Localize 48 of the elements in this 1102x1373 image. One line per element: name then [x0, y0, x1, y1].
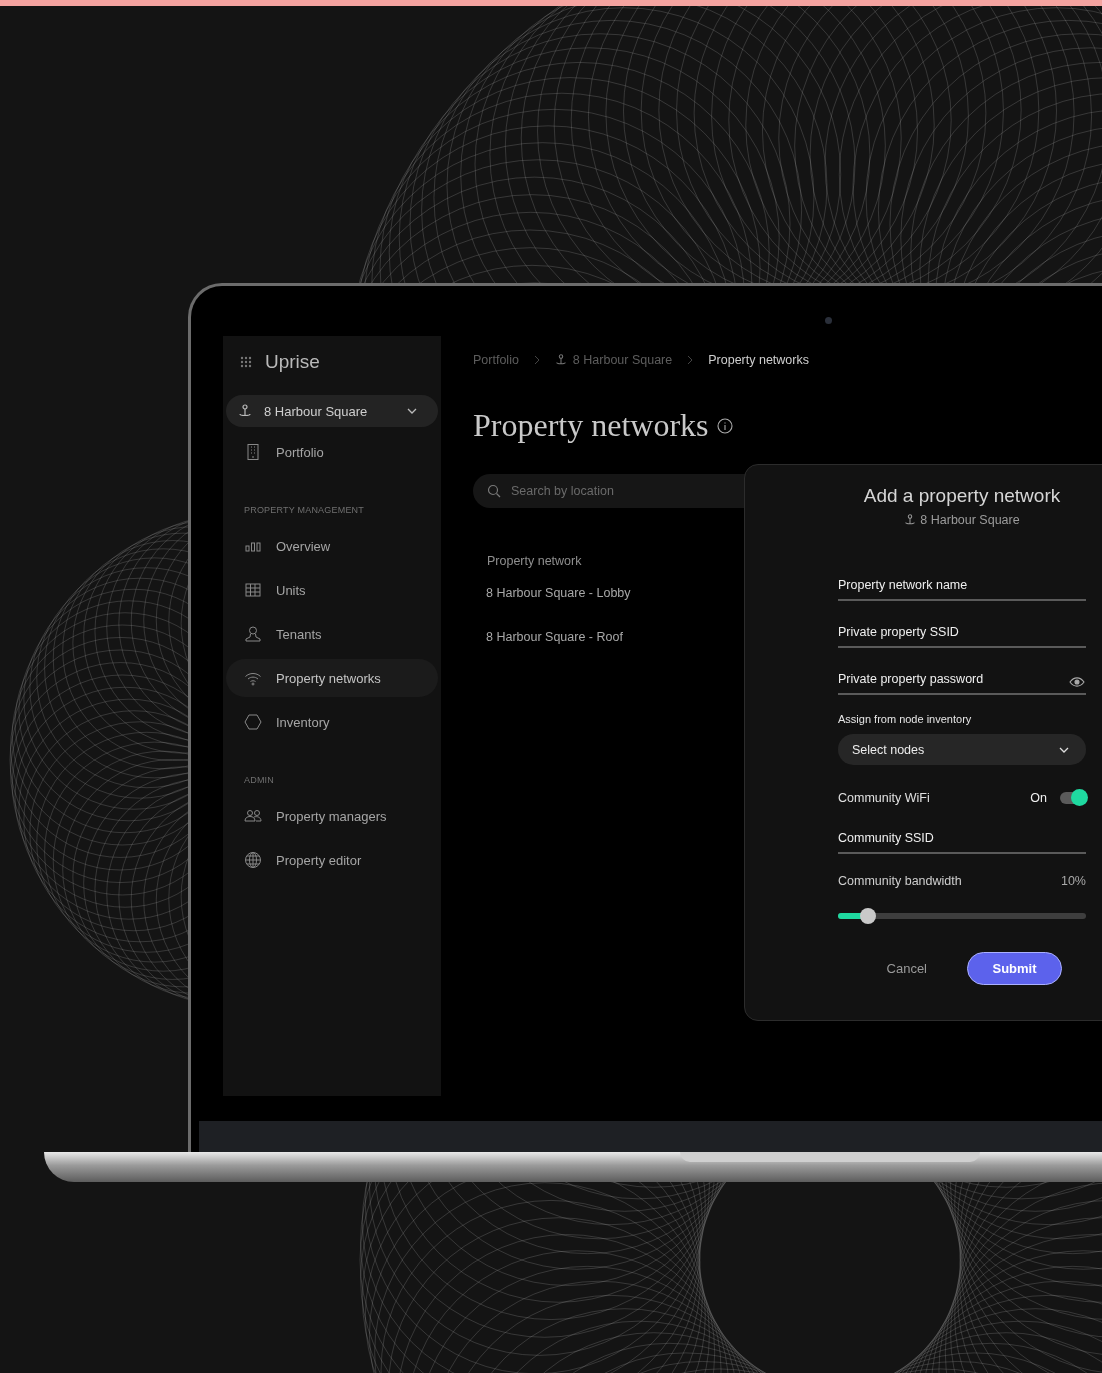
text-field[interactable]: Private property password	[838, 665, 1086, 695]
property-selector[interactable]: 8 Harbour Square	[226, 395, 438, 427]
section-heading: PROPERTY MANAGEMENT	[243, 505, 365, 515]
search-icon	[487, 484, 501, 498]
nav-item[interactable]: Property networks	[226, 659, 438, 697]
nav-item[interactable]: Units	[226, 571, 438, 609]
nodes-dropdown[interactable]: Select nodes	[838, 734, 1086, 765]
info-icon[interactable]	[716, 417, 733, 434]
person-icon	[244, 625, 262, 643]
page-title: Property networks	[473, 407, 709, 444]
slider-label: Community bandwidth	[838, 874, 962, 888]
eye-icon[interactable]	[1069, 677, 1085, 687]
chevron-down-icon	[406, 407, 418, 415]
nav-item[interactable]: Inventory	[226, 703, 438, 741]
chevron-right-icon	[686, 355, 695, 365]
breadcrumb-link[interactable]: Property networks	[708, 353, 809, 367]
column-header: Property network	[487, 554, 583, 568]
slider-thumb[interactable]	[859, 908, 876, 924]
text-field[interactable]: Private property SSID	[838, 618, 1086, 648]
chevron-right-icon	[532, 355, 541, 365]
nav-item[interactable]: Tenants	[226, 615, 438, 653]
globe-icon	[244, 851, 262, 869]
dialog-subtitle: 8 Harbour Square	[838, 513, 1086, 527]
text-field[interactable]: Community SSID	[838, 824, 1086, 854]
cancel-button[interactable]: Cancel	[880, 955, 933, 982]
section-heading: ADMIN	[243, 775, 275, 785]
chevron-down-icon	[1058, 745, 1070, 754]
pin-icon	[238, 404, 252, 418]
pin-icon	[554, 354, 567, 366]
slider-reading: 10%	[1060, 874, 1086, 888]
text-field[interactable]: Property network name	[838, 571, 1086, 601]
nav-item[interactable]: Property editor	[226, 841, 438, 879]
people-icon	[244, 807, 262, 825]
nav-item[interactable]: Portfolio	[226, 433, 438, 471]
grid-dots-icon[interactable]	[240, 356, 252, 368]
nav-item[interactable]: Property managers	[226, 797, 438, 835]
grid-icon	[244, 581, 262, 599]
toggle-label: Community WiFi	[838, 791, 931, 805]
toggle-switch[interactable]	[1060, 792, 1086, 804]
nav-item[interactable]: Overview	[226, 527, 438, 565]
pin-icon	[904, 514, 917, 526]
building-icon	[244, 443, 262, 461]
hexagon-icon	[244, 713, 262, 731]
submit-button[interactable]: Submit	[967, 952, 1062, 985]
app-name: Uprise	[265, 351, 320, 373]
field-label: Assign from node inventory	[838, 713, 973, 725]
camera-dot	[825, 317, 832, 324]
toggle-state: On	[1030, 791, 1047, 805]
